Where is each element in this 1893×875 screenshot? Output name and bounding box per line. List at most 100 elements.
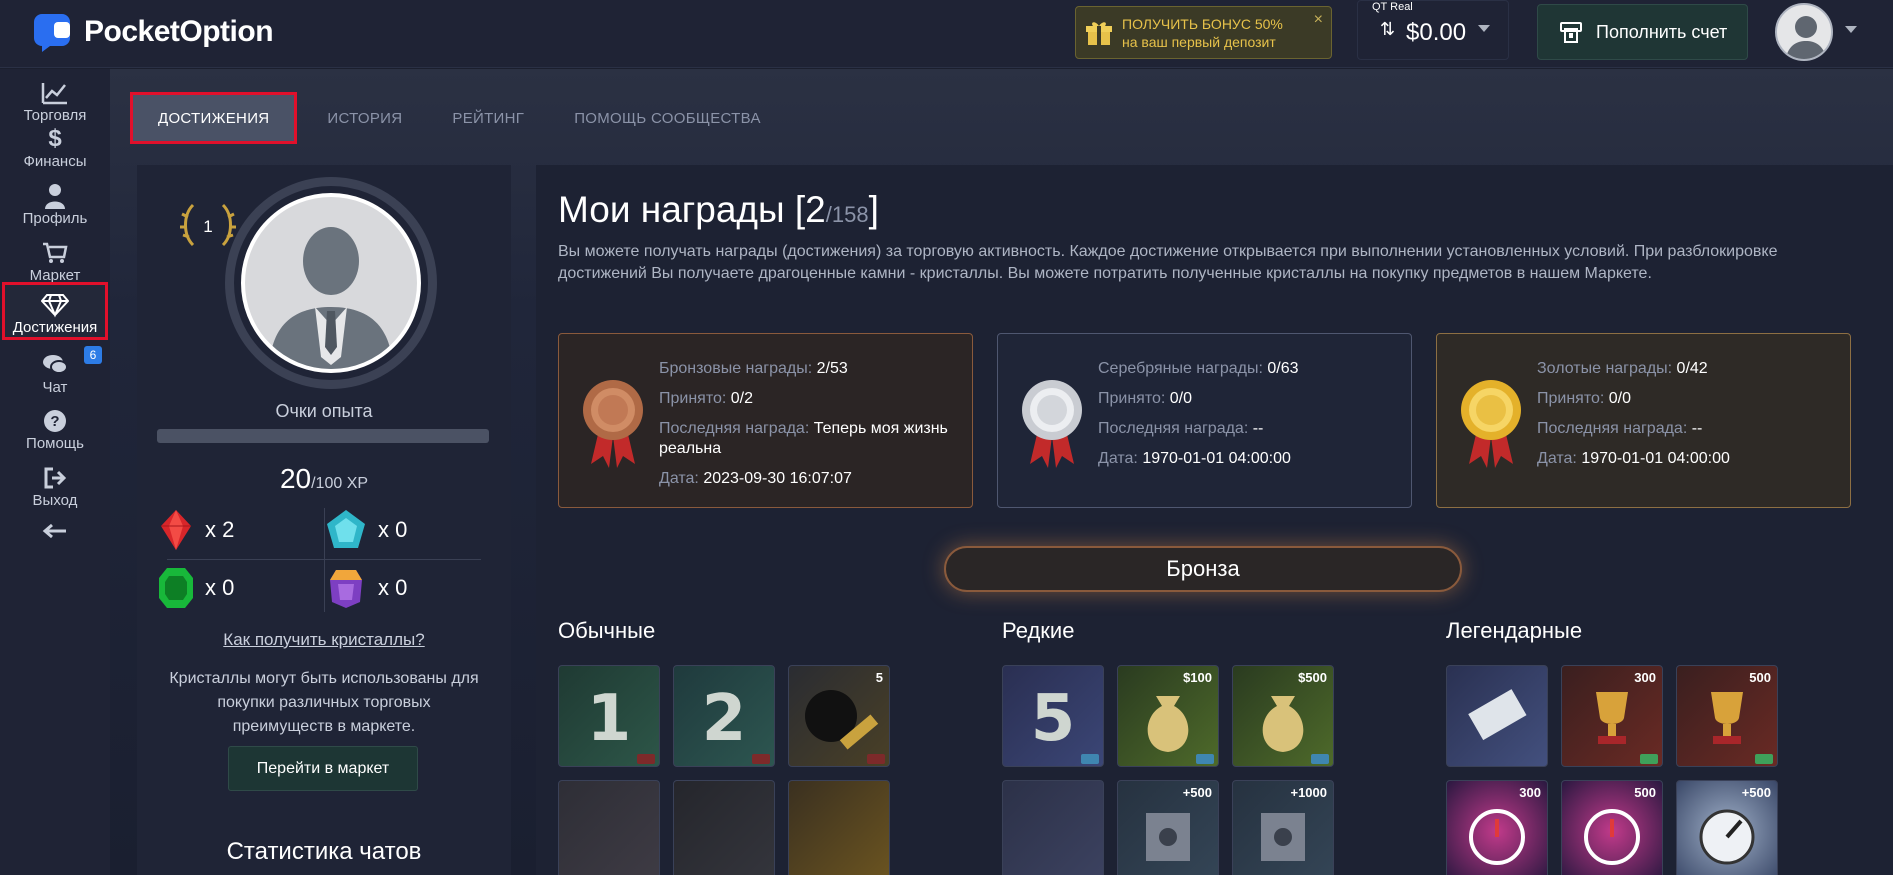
- stat-value: --: [1691, 420, 1703, 437]
- sidebar-item-label: Выход: [32, 492, 78, 509]
- tab-history[interactable]: ИСТОРИЯ: [302, 92, 427, 144]
- tab-community-help[interactable]: ПОМОЩЬ СООБЩЕСТВА: [549, 92, 786, 144]
- achievement-tile[interactable]: 500: [1561, 780, 1663, 875]
- brand-logo[interactable]: PocketOption: [32, 12, 274, 52]
- stat-value: 0/0: [1169, 390, 1193, 407]
- money-bag-icon: [1262, 696, 1304, 752]
- sidebar-item-achievements[interactable]: Достижения: [2, 282, 108, 340]
- gem-amethyst: x 0: [324, 566, 407, 610]
- tab-bar: ДОСТИЖЕНИЯ ИСТОРИЯ РЕЙТИНГ ПОМОЩЬ СООБЩЕ…: [130, 92, 786, 148]
- achievement-tile[interactable]: 300: [1561, 665, 1663, 767]
- xp-label: Очки опыта: [275, 401, 373, 421]
- amethyst-icon: [330, 570, 362, 608]
- achievement-tile[interactable]: 2: [673, 665, 775, 767]
- rewards-panel: Мои награды [2/158] Вы можете получать н…: [536, 165, 1893, 875]
- deposit-button[interactable]: Пополнить счет: [1537, 4, 1748, 60]
- achievement-tile[interactable]: [1002, 780, 1104, 875]
- stat-label: Бронзовые награды:: [659, 360, 817, 377]
- bronze-medal-icon: [583, 380, 643, 468]
- chat-stats-title: Статистика чатов: [226, 838, 422, 865]
- sidebar-item-market[interactable]: Маркет: [0, 239, 110, 284]
- money-bag-icon: [1147, 696, 1189, 752]
- tile-status: [1311, 754, 1329, 764]
- gift-icon: [1076, 6, 1122, 59]
- timer-icon: [1584, 809, 1640, 865]
- stat-value: --: [1252, 420, 1264, 437]
- chart-line-icon: [41, 83, 67, 105]
- xp-total: /100 XP: [311, 475, 369, 492]
- balance-selector[interactable]: QT Real ⇅ $0.00: [1357, 0, 1509, 60]
- divider: [167, 559, 481, 560]
- dollar-switch-icon: ⇅: [1380, 19, 1396, 39]
- achievement-tile[interactable]: [1446, 665, 1548, 767]
- card-details: Золотые награды: 0/42 Принято: 0/0 После…: [1537, 354, 1837, 474]
- bonus-banner[interactable]: ПОЛУЧИТЬ БОНУС 50% на ваш первый депозит…: [1075, 6, 1332, 59]
- chevron-down-icon[interactable]: [1845, 26, 1857, 34]
- tier-selector-bronze[interactable]: Бронза: [944, 546, 1462, 592]
- tab-rating[interactable]: РЕЙТИНГ: [427, 92, 549, 144]
- card-details: Серебряные награды: 0/63 Принято: 0/0 По…: [1098, 354, 1398, 474]
- trophy-icon: [1596, 692, 1628, 744]
- achievement-tile[interactable]: 5: [788, 665, 890, 767]
- top-header: PocketOption ПОЛУЧИТЬ БОНУС 50% на ваш п…: [0, 0, 1893, 68]
- tile-status: [1640, 754, 1658, 764]
- gold-medal-icon: [1461, 380, 1521, 468]
- section-legendary: Легендарные: [1446, 618, 1583, 643]
- gem-count: x 0: [205, 575, 235, 600]
- page-title: Мои награды [2/158]: [558, 189, 879, 231]
- section-common: Обычные: [558, 618, 656, 643]
- how-to-get-crystals-link[interactable]: Как получить кристаллы?: [137, 630, 511, 650]
- stat-value: 2/53: [816, 360, 848, 377]
- achievement-tile[interactable]: [558, 780, 660, 875]
- laurel-icon: 1: [180, 203, 236, 247]
- logo-mark-icon: [34, 14, 70, 52]
- logout-icon: [44, 467, 67, 489]
- svg-text:?: ?: [50, 413, 59, 430]
- achievement-tile[interactable]: 5: [1002, 665, 1104, 767]
- achievement-tile[interactable]: 500: [1676, 665, 1778, 767]
- sidebar-item-logout[interactable]: Выход: [0, 464, 110, 509]
- sidebar-item-label: Финансы: [23, 153, 87, 170]
- achievement-tile[interactable]: $100: [1117, 665, 1219, 767]
- achievement-tile[interactable]: $500: [1232, 665, 1334, 767]
- chevron-down-icon: [1478, 25, 1490, 32]
- sidebar-item-help[interactable]: ? Помощь: [0, 407, 110, 452]
- sidebar-item-trading[interactable]: Торговля: [0, 79, 110, 124]
- stat-value: 0/42: [1676, 360, 1708, 377]
- silver-summary-card: Серебряные награды: 0/63 Принято: 0/0 По…: [997, 333, 1412, 508]
- user-avatar[interactable]: [1775, 3, 1833, 61]
- achievement-tile[interactable]: 300: [1446, 780, 1548, 875]
- achievement-tile[interactable]: +500: [1676, 780, 1778, 875]
- user-silhouette-icon: [1785, 16, 1827, 59]
- ruby-icon: [161, 510, 191, 550]
- stat-value: 0/0: [1608, 390, 1632, 407]
- arrow-left-icon: [42, 523, 66, 539]
- tile-status: [1081, 754, 1099, 764]
- tab-achievements[interactable]: ДОСТИЖЕНИЯ: [130, 92, 298, 144]
- achievement-tile[interactable]: [788, 780, 890, 875]
- silver-medal-icon: [1022, 380, 1082, 468]
- gem-emerald: x 0: [157, 566, 234, 610]
- bonus-title: ПОЛУЧИТЬ БОНУС 50%: [1122, 15, 1283, 32]
- tile-status: [1755, 754, 1773, 764]
- level-badge: 1: [177, 195, 239, 255]
- achievement-tile[interactable]: +500: [1117, 780, 1219, 875]
- sidebar-collapse-button[interactable]: [0, 517, 110, 545]
- achievement-tile[interactable]: [673, 780, 775, 875]
- tile-status: [867, 754, 885, 764]
- achievement-tile[interactable]: +1000: [1232, 780, 1334, 875]
- gold-summary-card: Золотые награды: 0/42 Принято: 0/0 После…: [1436, 333, 1851, 508]
- rewards-description: Вы можете получать награды (достижения) …: [558, 243, 1778, 282]
- sidebar: Торговля $ Финансы Профиль Маркет Достиж…: [0, 69, 110, 875]
- stat-label: Дата:: [1537, 450, 1582, 467]
- stat-value: 0/2: [730, 390, 754, 407]
- stat-value: 1970-01-01 04:00:00: [1142, 450, 1291, 467]
- stat-label: Последняя награда:: [659, 420, 814, 437]
- sidebar-item-finance[interactable]: $ Финансы: [0, 125, 110, 170]
- sidebar-item-profile[interactable]: Профиль: [0, 182, 110, 227]
- sidebar-item-label: Профиль: [22, 210, 88, 227]
- go-to-market-button[interactable]: Перейти в маркет: [228, 746, 418, 791]
- achievement-tile[interactable]: 1: [558, 665, 660, 767]
- profile-avatar[interactable]: [241, 193, 421, 373]
- bonus-close-icon[interactable]: ×: [1314, 11, 1323, 29]
